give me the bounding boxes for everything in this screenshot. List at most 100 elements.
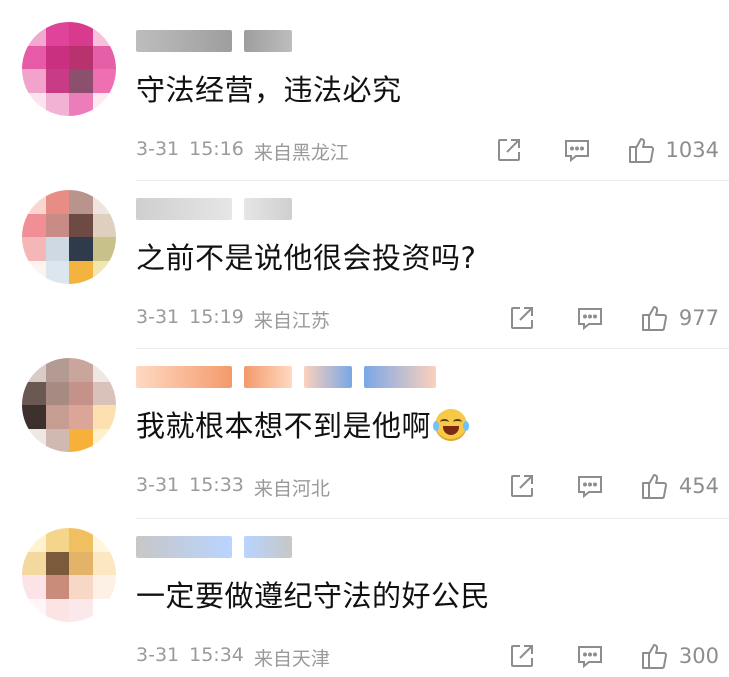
comment-text: 我就根本想不到是他啊 [136,406,470,446]
username-block [364,366,436,388]
avatar-pixel [92,575,116,599]
avatar-pixel [22,237,46,261]
username-blurred[interactable] [136,194,292,224]
username-blurred[interactable] [136,26,292,56]
comment-date: 3-31 [136,474,180,496]
avatar-pixel [69,190,93,214]
avatar-pixel [69,428,93,452]
avatar-pixel [45,598,69,622]
reply-icon[interactable] [575,471,605,501]
comment-text-content: 守法经营，违法必究 [136,73,402,107]
avatar-pixel [69,598,93,622]
avatar-pixel [45,69,69,93]
comment-location: 来自江苏 [253,310,330,332]
avatar-pixel [45,260,69,284]
comment-date: 3-31 [136,138,180,160]
share-icon[interactable] [494,135,524,165]
user-avatar[interactable] [22,358,116,452]
avatar-pixel [45,237,69,261]
username-block [244,366,292,388]
share-icon[interactable] [507,303,537,333]
comment-text-content: 一定要做遵纪守法的好公民 [136,579,491,613]
comment-text: 守法经营，违法必究 [136,70,402,110]
comment-text: 一定要做遵纪守法的好公民 [136,576,490,616]
avatar-pixel [69,575,93,599]
user-avatar[interactable] [22,190,116,284]
avatar-pixel [69,213,93,237]
avatar-pixel [22,405,46,429]
avatar-pixel [92,528,116,552]
like-count: 454 [678,474,719,498]
avatar-pixel [22,213,46,237]
like-button[interactable]: 454 [639,470,719,502]
username-block [136,536,232,558]
avatar-pixel [22,551,46,575]
avatar-pixel [92,381,116,405]
avatar-pixel [92,405,116,429]
comment-item: 之前不是说他很会投资吗? 3-31 15:19 来自江苏 977 [0,168,729,338]
avatar-pixel [45,22,69,46]
avatar-pixel [22,528,46,552]
avatar-pixel [22,22,46,46]
comment-location: 来自河北 [253,478,330,500]
username-block [244,30,292,52]
avatar-pixel [22,69,46,93]
comment-date: 3-31 [136,306,180,328]
user-avatar[interactable] [22,528,116,622]
avatar-pixel [45,575,69,599]
comment-item: 一定要做遵纪守法的好公民 3-31 15:34 来自天津 300 [0,506,729,676]
username-block [136,30,232,52]
share-icon[interactable] [507,641,537,671]
comment-meta: 3-31 15:19 来自江苏 [136,306,330,333]
avatar-mosaic [22,190,116,284]
like-button[interactable]: 300 [639,640,719,672]
avatar-mosaic [22,22,116,116]
thumbs-up-icon [626,134,658,166]
avatar-pixel [92,22,116,46]
avatar-pixel [92,428,116,452]
avatar-pixel [22,598,46,622]
avatar-pixel [22,428,46,452]
username-blurred[interactable] [136,362,436,392]
avatar-pixel [69,92,93,116]
comment-time: 15:16 [189,138,244,160]
avatar-pixel [45,428,69,452]
like-count: 977 [678,306,719,330]
comment-meta: 3-31 15:16 来自黑龙江 [136,138,349,165]
avatar-pixel [45,551,69,575]
avatar-mosaic [22,528,116,622]
reply-icon[interactable] [575,303,605,333]
username-block [244,536,292,558]
avatar-mosaic [22,358,116,452]
comment-actions: 300 [507,640,719,672]
avatar-pixel [69,45,93,69]
share-icon[interactable] [507,471,537,501]
comment-actions: 454 [507,470,719,502]
comment-item: 守法经营，违法必究 3-31 15:16 来自黑龙江 1034 [0,0,729,170]
comment-actions: 1034 [494,134,719,166]
reply-icon[interactable] [575,641,605,671]
avatar-pixel [22,190,46,214]
avatar-pixel [69,528,93,552]
username-block [136,366,232,388]
avatar-pixel [69,551,93,575]
reply-icon[interactable] [562,135,592,165]
avatar-pixel [22,381,46,405]
user-avatar[interactable] [22,22,116,116]
comment-location: 来自黑龙江 [253,142,349,164]
comment-feed: 守法经营，违法必究 3-31 15:16 来自黑龙江 1034 之前不是说他很会投资吗? 3… [0,0,729,677]
username-blurred[interactable] [136,532,292,562]
avatar-pixel [69,358,93,382]
avatar-pixel [45,381,69,405]
avatar-pixel [69,405,93,429]
comment-item: 我就根本想不到是他啊 3-31 15:33 来自河北 454 [0,336,729,506]
avatar-pixel [92,598,116,622]
comment-meta: 3-31 15:33 来自河北 [136,474,330,501]
avatar-pixel [92,190,116,214]
thumbs-up-icon [639,302,671,334]
like-button[interactable]: 1034 [626,134,719,166]
thumbs-up-icon [639,470,671,502]
avatar-pixel [22,575,46,599]
thumbs-up-icon [639,640,671,672]
like-button[interactable]: 977 [639,302,719,334]
